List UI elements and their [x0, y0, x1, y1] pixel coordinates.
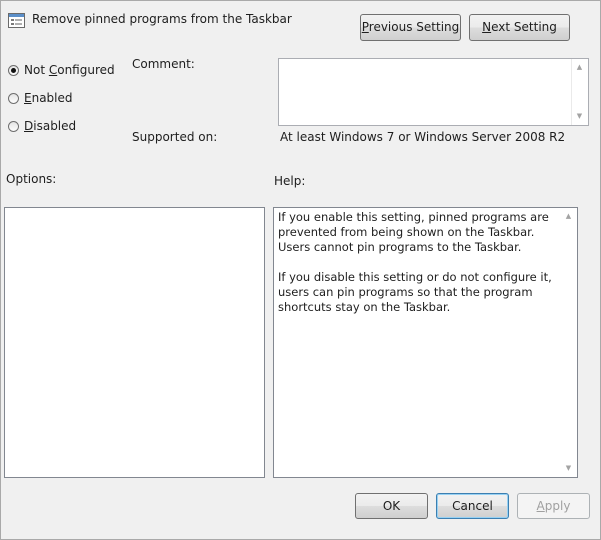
- scroll-down-arrow-icon[interactable]: ▼: [575, 113, 584, 120]
- comment-label: Comment:: [132, 57, 195, 71]
- next-setting-accesskey: N: [482, 20, 492, 34]
- radio-disabled[interactable]: Disabled: [8, 118, 76, 134]
- radio-not-configured-label: Not Configured: [24, 63, 115, 77]
- radio-disabled-label: Disabled: [24, 119, 77, 133]
- help-text: If you enable this setting, pinned progr…: [278, 210, 558, 330]
- ok-button[interactable]: OK: [355, 493, 428, 519]
- supported-on-label: Supported on:: [132, 130, 218, 144]
- scroll-up-arrow-icon[interactable]: ▲: [564, 213, 573, 220]
- radio-not-configured-indicator[interactable]: [8, 64, 19, 76]
- options-label: Options:: [6, 172, 57, 186]
- previous-setting-accesskey: P: [361, 20, 369, 34]
- apply-accesskey: A: [536, 499, 545, 513]
- scroll-up-arrow-icon[interactable]: ▲: [575, 64, 584, 71]
- options-pane: [4, 207, 265, 478]
- supported-on-value: At least Windows 7 or Windows Server 200…: [280, 130, 566, 144]
- help-scrollbar[interactable]: ▲ ▼: [561, 208, 577, 477]
- radio-enabled-indicator[interactable]: [8, 92, 19, 104]
- cancel-button[interactable]: Cancel: [436, 493, 509, 519]
- next-setting-label: ext Setting: [491, 20, 557, 34]
- help-paragraph-2: If you disable this setting or do not co…: [278, 270, 552, 314]
- comment-field[interactable]: ▲ ▼: [278, 58, 589, 126]
- policy-setting-icon: [8, 13, 25, 28]
- previous-setting-button[interactable]: Previous Setting: [360, 14, 461, 41]
- help-label: Help:: [274, 174, 306, 188]
- help-paragraph-1: If you enable this setting, pinned progr…: [278, 210, 549, 254]
- radio-enabled[interactable]: Enabled: [8, 90, 73, 106]
- next-setting-button[interactable]: Next Setting: [469, 14, 570, 41]
- help-pane: If you enable this setting, pinned progr…: [273, 207, 578, 478]
- radio-disabled-indicator[interactable]: [8, 120, 19, 132]
- apply-button[interactable]: Apply: [517, 493, 590, 519]
- previous-setting-label: revious Setting: [368, 20, 460, 34]
- radio-not-configured[interactable]: Not Configured: [8, 62, 115, 78]
- comment-scrollbar[interactable]: ▲ ▼: [571, 59, 588, 125]
- radio-enabled-label: Enabled: [24, 91, 73, 105]
- dialog-title: Remove pinned programs from the Taskbar: [32, 12, 292, 26]
- apply-label-rest: pply: [544, 499, 571, 513]
- scroll-down-arrow-icon[interactable]: ▼: [564, 465, 573, 472]
